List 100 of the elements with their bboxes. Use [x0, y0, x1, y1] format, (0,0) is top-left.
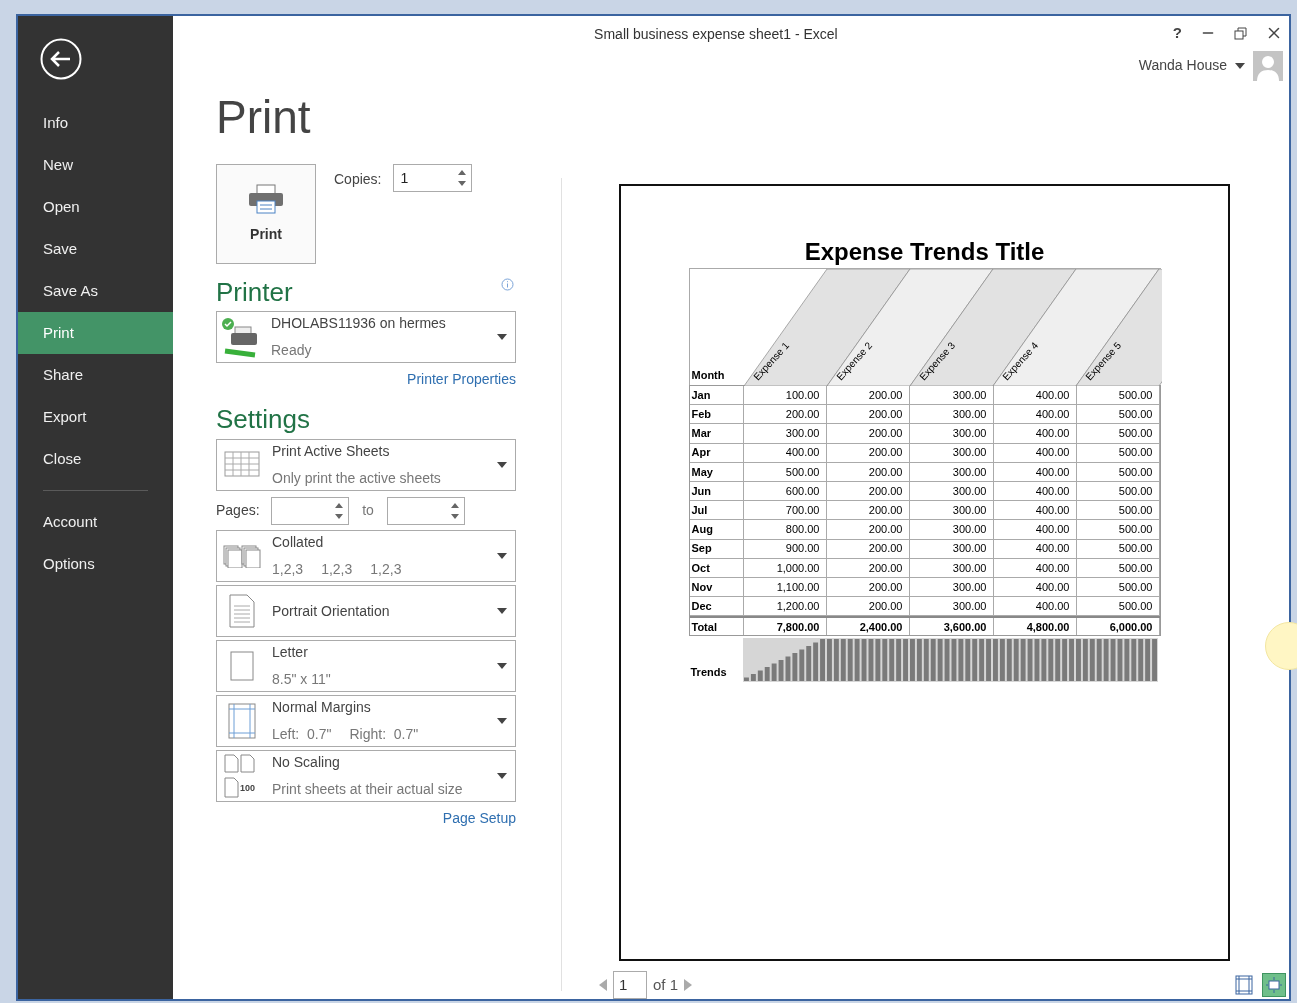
- option-title: No Scaling: [272, 753, 341, 772]
- table-cell: 900.00: [743, 539, 827, 558]
- table-cell: 500.00: [1076, 405, 1160, 424]
- total-cell: 4,800.00: [993, 618, 1077, 636]
- table-cell: 200.00: [826, 424, 910, 443]
- printer-icon: [248, 183, 284, 214]
- pages-to-field[interactable]: [387, 496, 465, 525]
- table-cell: 500.00: [1076, 462, 1160, 481]
- table-cell: 500.00: [1076, 577, 1160, 597]
- table-cell: 500.00: [1076, 597, 1160, 616]
- nav-item[interactable]: New: [18, 144, 173, 186]
- nav-item[interactable]: Close: [18, 438, 173, 480]
- nav-item[interactable]: Share: [18, 354, 173, 396]
- table-cell: 200.00: [826, 577, 910, 597]
- table-cell: 300.00: [909, 539, 994, 558]
- option-detail: 1,2,3: [321, 560, 353, 579]
- table-cell: 500.00: [1076, 539, 1160, 558]
- copies-field[interactable]: 1: [393, 164, 473, 192]
- nav-item[interactable]: Export: [18, 396, 173, 438]
- settings-dropdown[interactable]: Normal Margins Left: 0.7" Right: 0.7": [216, 695, 516, 747]
- copies-label: Copies:: [334, 170, 382, 189]
- document-icon: [229, 594, 255, 628]
- table-cell: 200.00: [826, 481, 910, 501]
- printer-dropdown[interactable]: DHOLABS11936 on hermes Ready: [216, 311, 516, 363]
- table-cell: 400.00: [743, 443, 827, 462]
- total-cell: 7,800.00: [743, 618, 827, 636]
- nav-item[interactable]: Save: [18, 228, 173, 270]
- settings-dropdown[interactable]: Letter 8.5" x 11": [216, 640, 516, 692]
- caret-icon: [497, 663, 507, 669]
- nav-item[interactable]: Print: [18, 312, 173, 354]
- table-cell: 300.00: [909, 577, 994, 597]
- caret-icon: [497, 718, 507, 724]
- option-title: Portrait Orientation: [272, 601, 391, 621]
- help-button[interactable]: ?: [1172, 22, 1182, 45]
- spinner-arrows-icon: [457, 169, 468, 187]
- nav-item[interactable]: Account: [18, 501, 173, 543]
- caret-icon: [497, 462, 507, 468]
- table-cell: 200.00: [826, 520, 910, 539]
- pages-label: Pages:: [216, 501, 261, 520]
- option-detail: Only print the active sheets: [272, 469, 441, 488]
- table-cell: 300.00: [909, 501, 994, 520]
- nav-item[interactable]: Save As: [18, 270, 173, 312]
- option-detail: Print sheets at their actual size: [272, 780, 463, 799]
- caret-icon: [1235, 62, 1245, 69]
- info-icon[interactable]: [501, 278, 514, 291]
- printer-name: DHOLABS11936 on hermes: [271, 314, 447, 333]
- total-cell: 6,000.00: [1076, 618, 1160, 636]
- previous-page-icon[interactable]: [599, 979, 607, 991]
- option-detail: 8.5" x 11": [272, 670, 331, 689]
- printer-status: Ready: [271, 341, 313, 360]
- table-cell: 500.00: [1076, 558, 1160, 577]
- table-cell: Jun: [689, 481, 744, 501]
- page-setup-link[interactable]: Page Setup: [442, 808, 516, 829]
- nav-item[interactable]: Info: [18, 102, 173, 144]
- option-title: Print Active Sheets: [272, 442, 391, 461]
- trends-label: Trends: [689, 664, 728, 680]
- option-detail: Left: 0.7": [272, 725, 332, 744]
- nav-item[interactable]: Open: [18, 186, 173, 228]
- total-cell: Total: [689, 618, 744, 636]
- nav-item[interactable]: Options: [18, 543, 173, 585]
- settings-heading: Settings: [216, 406, 311, 432]
- caret-icon: [497, 334, 507, 340]
- table-cell: 600.00: [743, 481, 827, 501]
- table-cell: Oct: [689, 558, 744, 577]
- settings-dropdown[interactable]: 100 No Scaling Print sheets at their actual size: [216, 750, 516, 802]
- table-cell: 500.00: [1076, 443, 1160, 462]
- table-cell: 1,000.00: [743, 558, 827, 577]
- table-cell: Apr: [689, 443, 744, 462]
- table-cell: Jan: [689, 386, 744, 405]
- table-cell: 700.00: [743, 501, 827, 520]
- print-button[interactable]: Print: [216, 164, 316, 264]
- table-cell: 400.00: [993, 386, 1077, 405]
- next-page-icon[interactable]: [684, 979, 693, 991]
- column-header: Month: [691, 367, 725, 383]
- table-cell: 400.00: [993, 520, 1077, 539]
- table-cell: 200.00: [826, 443, 910, 462]
- total-cell: 3,600.00: [909, 618, 994, 636]
- page-number-field[interactable]: 1: [613, 971, 647, 999]
- table-cell: 500.00: [1076, 481, 1160, 501]
- table-cell: Nov: [689, 577, 744, 597]
- margins-icon: [228, 703, 256, 739]
- printer-properties-link[interactable]: Printer Properties: [407, 369, 516, 390]
- zoom-to-page-button[interactable]: [1262, 973, 1286, 997]
- table-cell: Feb: [689, 405, 744, 424]
- restore-icon[interactable]: [1234, 26, 1247, 40]
- table-cell: 200.00: [826, 386, 910, 405]
- settings-dropdown[interactable]: Portrait Orientation: [216, 585, 516, 637]
- pages-from-field[interactable]: [271, 496, 349, 525]
- table-cell: 200.00: [826, 462, 910, 481]
- table-cell: May: [689, 462, 744, 481]
- table-cell: Sep: [689, 539, 744, 558]
- caret-icon: [497, 608, 507, 614]
- table-cell: 500.00: [1076, 386, 1160, 405]
- show-margins-button[interactable]: [1232, 973, 1256, 997]
- settings-dropdown[interactable]: Collated 1,2,3 1,2,3 1,2,3: [216, 530, 516, 582]
- table-cell: 200.00: [826, 558, 910, 577]
- table-cell: 300.00: [909, 597, 994, 616]
- option-title: Letter: [272, 643, 309, 662]
- account-name[interactable]: Wanda House: [1138, 55, 1227, 76]
- table-cell: 200.00: [743, 405, 827, 424]
